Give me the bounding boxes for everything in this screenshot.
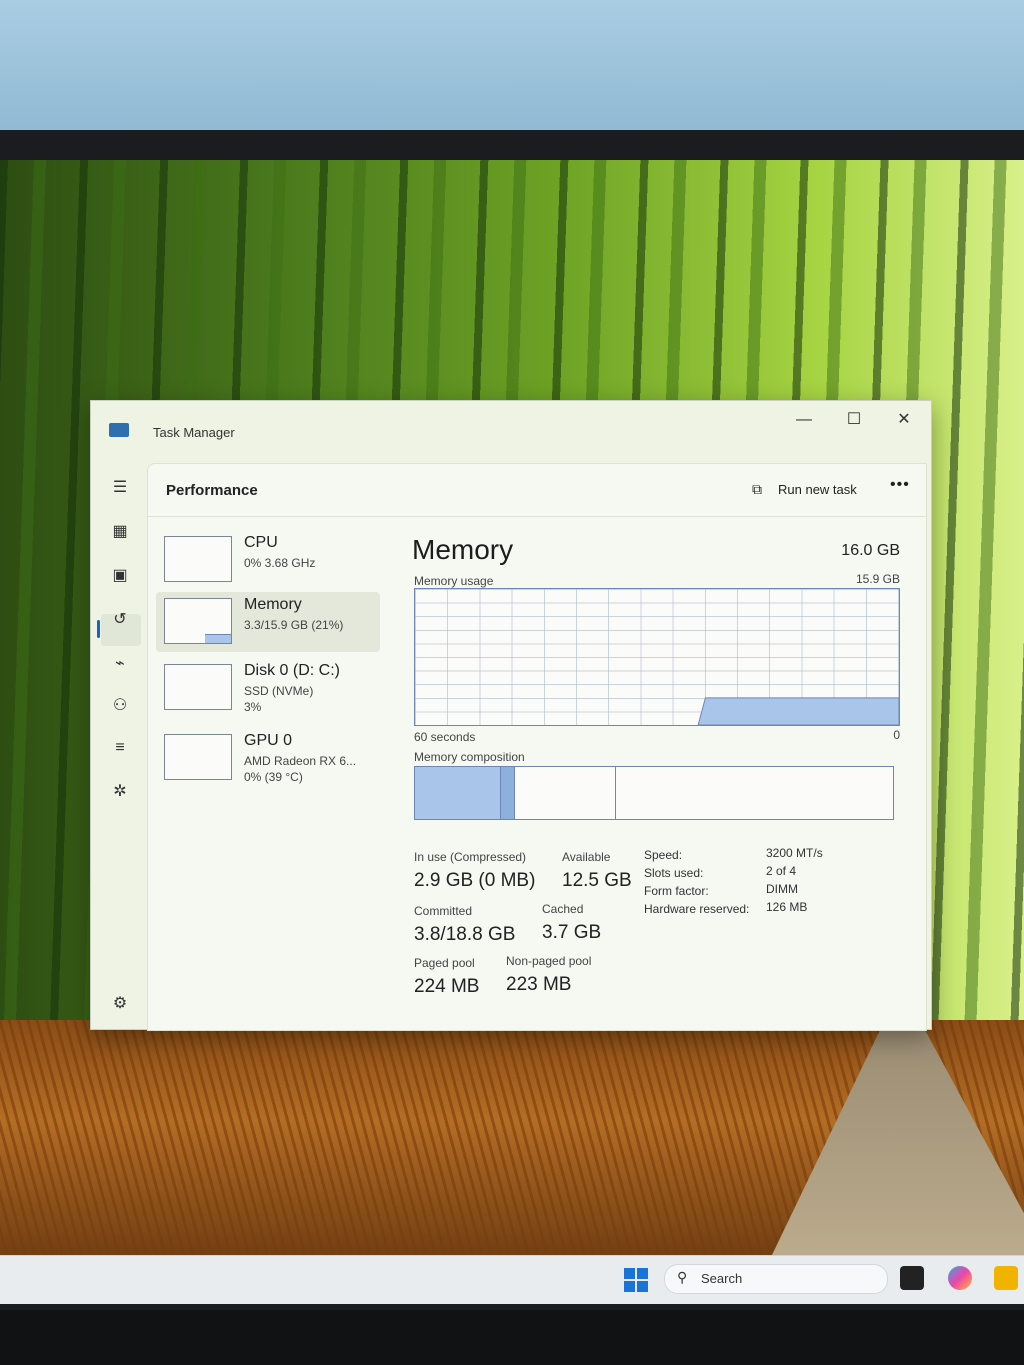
device-detail: 3% (244, 700, 262, 714)
stat-value: 224 MB (414, 976, 480, 997)
search-placeholder: Search (701, 1271, 743, 1286)
stat-label: Paged pool (414, 956, 475, 970)
stat-label: Available (562, 850, 611, 864)
performance-panel: Performance ⧉ Run new task ••• CPU 0% 3.… (147, 463, 927, 1031)
settings-gear-icon[interactable]: ⚙ (109, 993, 131, 1015)
device-disk[interactable]: Disk 0 (D: C:) SSD (NVMe) 3% (156, 658, 380, 718)
run-new-task-label: Run new task (778, 482, 857, 497)
monitor-bottom (0, 1310, 1024, 1365)
memory-mini-fill (205, 634, 231, 643)
window-title: Task Manager (153, 425, 235, 440)
stat-value: 3.7 GB (542, 922, 602, 943)
search-icon: ⚲ (677, 1269, 688, 1285)
memory-detail: Memory 16.0 GB Memory usage 15.9 GB 60 s… (410, 516, 910, 1026)
disk-mini-graph (164, 664, 232, 710)
stat-label: Committed (414, 904, 473, 918)
panel-header: Performance ⧉ Run new task ••• (148, 464, 926, 517)
run-task-icon: ⧉ (752, 481, 762, 497)
device-detail: 0% 3.68 GHz (244, 556, 316, 570)
stat-value: 2.9 GB (0 MB) (414, 870, 536, 891)
taskbar-search-box[interactable]: ⚲ Search (664, 1264, 888, 1294)
composition-standby (515, 767, 616, 819)
info-value: 2 of 4 (766, 864, 797, 878)
device-detail: 0% (39 °C) (244, 770, 303, 784)
minimize-button[interactable]: — (781, 405, 827, 435)
details-icon[interactable]: ≡ (109, 737, 131, 759)
app-history-icon[interactable]: ↺ (109, 609, 131, 631)
stat-paged-pool: Paged pool 224 MB (414, 956, 479, 998)
memory-composition-bar (414, 766, 894, 820)
device-name: Memory (244, 596, 302, 613)
graph-max-label: 15.9 GB (855, 572, 900, 586)
memory-composition-label: Memory composition (414, 750, 525, 764)
memory-total: 16.0 GB (841, 542, 900, 559)
device-detail: AMD Radeon RX 6... (244, 754, 357, 768)
page-title: Performance (166, 482, 258, 499)
gpu-mini-graph (164, 734, 232, 780)
composition-free (616, 767, 893, 819)
info-key: Hardware reserved: (644, 902, 750, 916)
device-name: Disk 0 (D: C:) (244, 662, 340, 679)
nav-rail: ☰ ▦ ▣ ↺ ⌁ ⚇ ≡ ✲ ⚙ (91, 457, 147, 1029)
cpu-mini-graph (164, 536, 232, 582)
taskbar-app-icon[interactable] (900, 1266, 924, 1290)
graph-min-label: 0 (893, 728, 900, 742)
stat-value: 223 MB (506, 974, 572, 995)
info-key: Slots used: (644, 866, 704, 880)
composition-in-use (415, 767, 502, 819)
device-name: CPU (244, 534, 278, 551)
info-value: DIMM (766, 882, 798, 896)
nav-active-indicator (97, 620, 100, 638)
processes-icon[interactable]: ▦ (109, 521, 131, 543)
composition-modified (501, 767, 516, 819)
device-memory[interactable]: Memory 3.3/15.9 GB (21%) (156, 592, 380, 652)
startup-apps-icon[interactable]: ⌁ (109, 653, 131, 675)
time-span-label: 60 seconds (414, 730, 476, 744)
memory-usage-area (697, 697, 899, 725)
more-options-button[interactable]: ••• (890, 476, 910, 494)
info-key: Form factor: (644, 884, 709, 898)
task-manager-icon (109, 423, 129, 437)
wall-background (0, 0, 1024, 140)
hamburger-menu-icon[interactable]: ☰ (109, 477, 131, 499)
memory-usage-plot (697, 697, 899, 725)
title-bar: Task Manager — ☐ ✕ (91, 401, 931, 457)
stat-value: 3.8/18.8 GB (414, 924, 516, 945)
close-button[interactable]: ✕ (881, 405, 927, 435)
device-name: GPU 0 (244, 732, 293, 749)
info-value: 126 MB (766, 900, 808, 914)
info-value: 3200 MT/s (766, 846, 823, 860)
start-button[interactable] (624, 1268, 648, 1292)
stat-available: Available 12.5 GB (562, 850, 632, 892)
stat-label: Cached (542, 902, 584, 916)
task-manager-window: Task Manager — ☐ ✕ ☰ ▦ ▣ ↺ ⌁ ⚇ ≡ ✲ ⚙ Per… (90, 400, 932, 1031)
memory-mini-graph (164, 598, 232, 644)
file-explorer-icon[interactable] (994, 1266, 1018, 1290)
stat-value: 12.5 GB (562, 870, 632, 891)
device-detail: 3.3/15.9 GB (21%) (244, 618, 344, 632)
stat-nonpaged-pool: Non-paged pool 223 MB (506, 954, 591, 996)
stat-in-use: In use (Compressed) 2.9 GB (0 MB) (414, 850, 535, 892)
memory-usage-graph (414, 588, 900, 726)
stat-cached: Cached 3.7 GB (542, 902, 601, 944)
device-gpu[interactable]: GPU 0 AMD Radeon RX 6... 0% (39 °C) (156, 728, 380, 788)
stat-label: Non-paged pool (506, 954, 592, 968)
stat-committed: Committed 3.8/18.8 GB (414, 904, 515, 946)
performance-icon[interactable]: ▣ (109, 565, 131, 587)
info-key: Speed: (644, 848, 683, 862)
device-list: CPU 0% 3.68 GHz Memory 3.3/15.9 GB (21%)… (148, 516, 388, 1030)
device-detail: SSD (NVMe) (244, 684, 314, 698)
device-cpu[interactable]: CPU 0% 3.68 GHz (156, 530, 380, 590)
users-icon[interactable]: ⚇ (109, 695, 131, 717)
maximize-button[interactable]: ☐ (831, 405, 877, 435)
memory-title: Memory (412, 534, 514, 565)
services-icon[interactable]: ✲ (109, 781, 131, 803)
stat-label: In use (Compressed) (414, 850, 527, 864)
copilot-icon[interactable] (948, 1266, 972, 1290)
memory-usage-label: Memory usage (414, 574, 494, 588)
